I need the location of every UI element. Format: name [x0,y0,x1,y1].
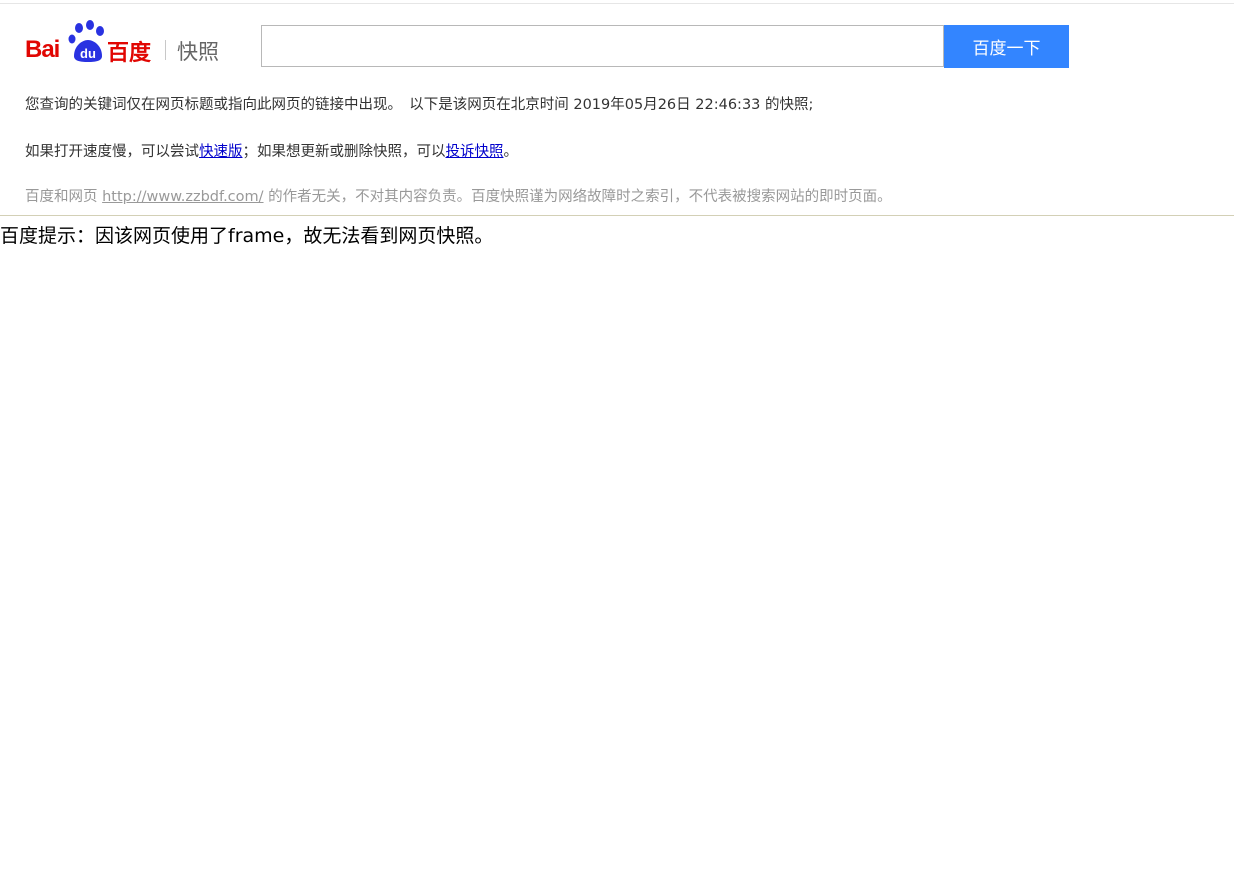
speed-notice-prefix: 如果打开速度慢，可以尝试 [25,144,199,160]
snapshot-keyword-notice: 您查询的关键词仅在网页标题或指向此网页的链接中出现。 以下是该网页在北京时间 2… [25,97,814,113]
search-input[interactable] [261,25,944,67]
snapshot-disclaimer: 百度和网页 http://www.zzbdf.com/ 的作者无关，不对其内容负… [25,185,892,206]
disclaimer-suffix: 的作者无关，不对其内容负责。百度快照谨为网络故障时之索引，不代表被搜索网站的即时… [263,189,892,205]
logo-text-baidu: 百度 [107,41,152,66]
logo-text-bai: Bai [25,36,60,63]
baidu-kuaizhao-logo[interactable]: Bai du 百度 快照 [25,20,225,66]
speed-notice-middle: ；如果想更新或删除快照，可以 [242,144,446,160]
paw-icon: du [68,20,104,62]
logo-text-kuaizhao: 快照 [177,40,219,64]
snapshot-speed-notice: 如果打开速度慢，可以尝试快速版；如果想更新或删除快照，可以投诉快照。 [25,140,518,161]
paw-text: du [80,46,96,61]
logo-separator [165,40,166,60]
header-divider [0,215,1234,216]
disclaimer-prefix: 百度和网页 [25,189,103,205]
speed-notice-suffix: 。 [503,144,519,160]
search-button[interactable]: 百度一下 [944,25,1069,68]
snapshot-header: Bai du 百度 快照 百度一下 您查询的关键词仅在网页标题或指向此网页的链接… [0,0,1234,216]
frame-notice: 百度提示：因该网页使用了frame，故无法看到网页快照。 [0,225,494,247]
complain-snapshot-link[interactable]: 投诉快照 [446,144,504,160]
fast-version-link[interactable]: 快速版 [199,144,243,160]
source-url-link[interactable]: http://www.zzbdf.com/ [102,189,263,205]
